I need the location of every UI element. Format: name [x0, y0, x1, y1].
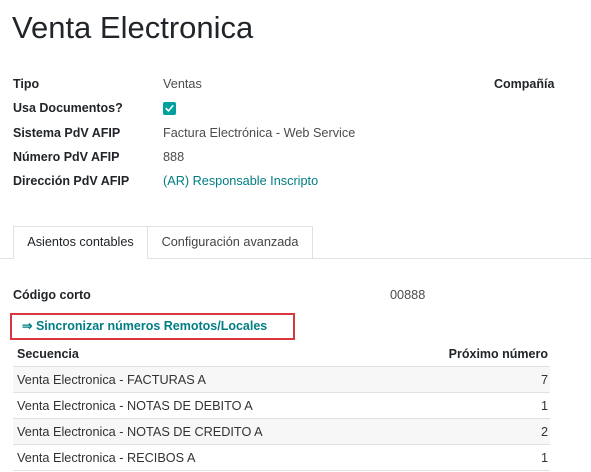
sequences-table: Secuencia Próximo número Venta Electroni…: [13, 341, 550, 471]
direccion-pdv-afip-label: Dirección PdV AFIP: [13, 174, 130, 188]
sequence-name: Venta Electronica - FACTURAS A: [17, 372, 206, 387]
table-row[interactable]: Venta Electronica - RECIBOS A 1: [13, 444, 550, 471]
tab-asientos-contables[interactable]: Asientos contables: [13, 226, 148, 259]
tipo-value: Ventas: [163, 77, 202, 91]
highlight-box: ⇒ Sincronizar números Remotos/Locales: [10, 313, 295, 340]
direccion-pdv-afip-link[interactable]: (AR) Responsable Inscripto: [163, 173, 318, 189]
tipo-label: Tipo: [13, 77, 40, 91]
numero-pdv-afip-value: 888: [163, 150, 185, 164]
codigo-corto-value: 00888: [390, 288, 426, 302]
tab-configuracion-avanzada[interactable]: Configuración avanzada: [147, 226, 313, 258]
usa-documentos-checkbox[interactable]: [163, 102, 176, 115]
codigo-corto-label: Código corto: [13, 288, 91, 302]
column-header-secuencia[interactable]: Secuencia: [17, 347, 79, 361]
sequence-name: Venta Electronica - RECIBOS A: [17, 450, 196, 465]
next-number: 2: [540, 424, 548, 439]
table-row[interactable]: Venta Electronica - NOTAS DE DEBITO A 1: [13, 392, 550, 418]
sequence-name: Venta Electronica - NOTAS DE CREDITO A: [17, 424, 263, 439]
table-header: Secuencia Próximo número: [13, 341, 550, 366]
sistema-pdv-afip-value: Factura Electrónica - Web Service: [163, 126, 356, 140]
compania-label: Compañía: [494, 77, 555, 91]
sistema-pdv-afip-label: Sistema PdV AFIP: [13, 126, 121, 140]
notebook-tabs: Asientos contables Configuración avanzad…: [0, 226, 591, 259]
sequence-name: Venta Electronica - NOTAS DE DEBITO A: [17, 398, 253, 413]
numero-pdv-afip-label: Número PdV AFIP: [13, 150, 120, 164]
column-header-proximo-numero[interactable]: Próximo número: [449, 347, 548, 361]
table-row[interactable]: Venta Electronica - FACTURAS A 7: [13, 366, 550, 392]
table-row[interactable]: Venta Electronica - NOTAS DE CREDITO A 2: [13, 418, 550, 444]
check-icon: [165, 104, 174, 112]
next-number: 7: [540, 372, 548, 387]
usa-documentos-label: Usa Documentos?: [13, 101, 123, 115]
next-number: 1: [540, 450, 548, 465]
sync-numbers-button[interactable]: ⇒ Sincronizar números Remotos/Locales: [22, 318, 267, 335]
next-number: 1: [540, 398, 548, 413]
record-title: Venta Electronica: [12, 10, 254, 45]
